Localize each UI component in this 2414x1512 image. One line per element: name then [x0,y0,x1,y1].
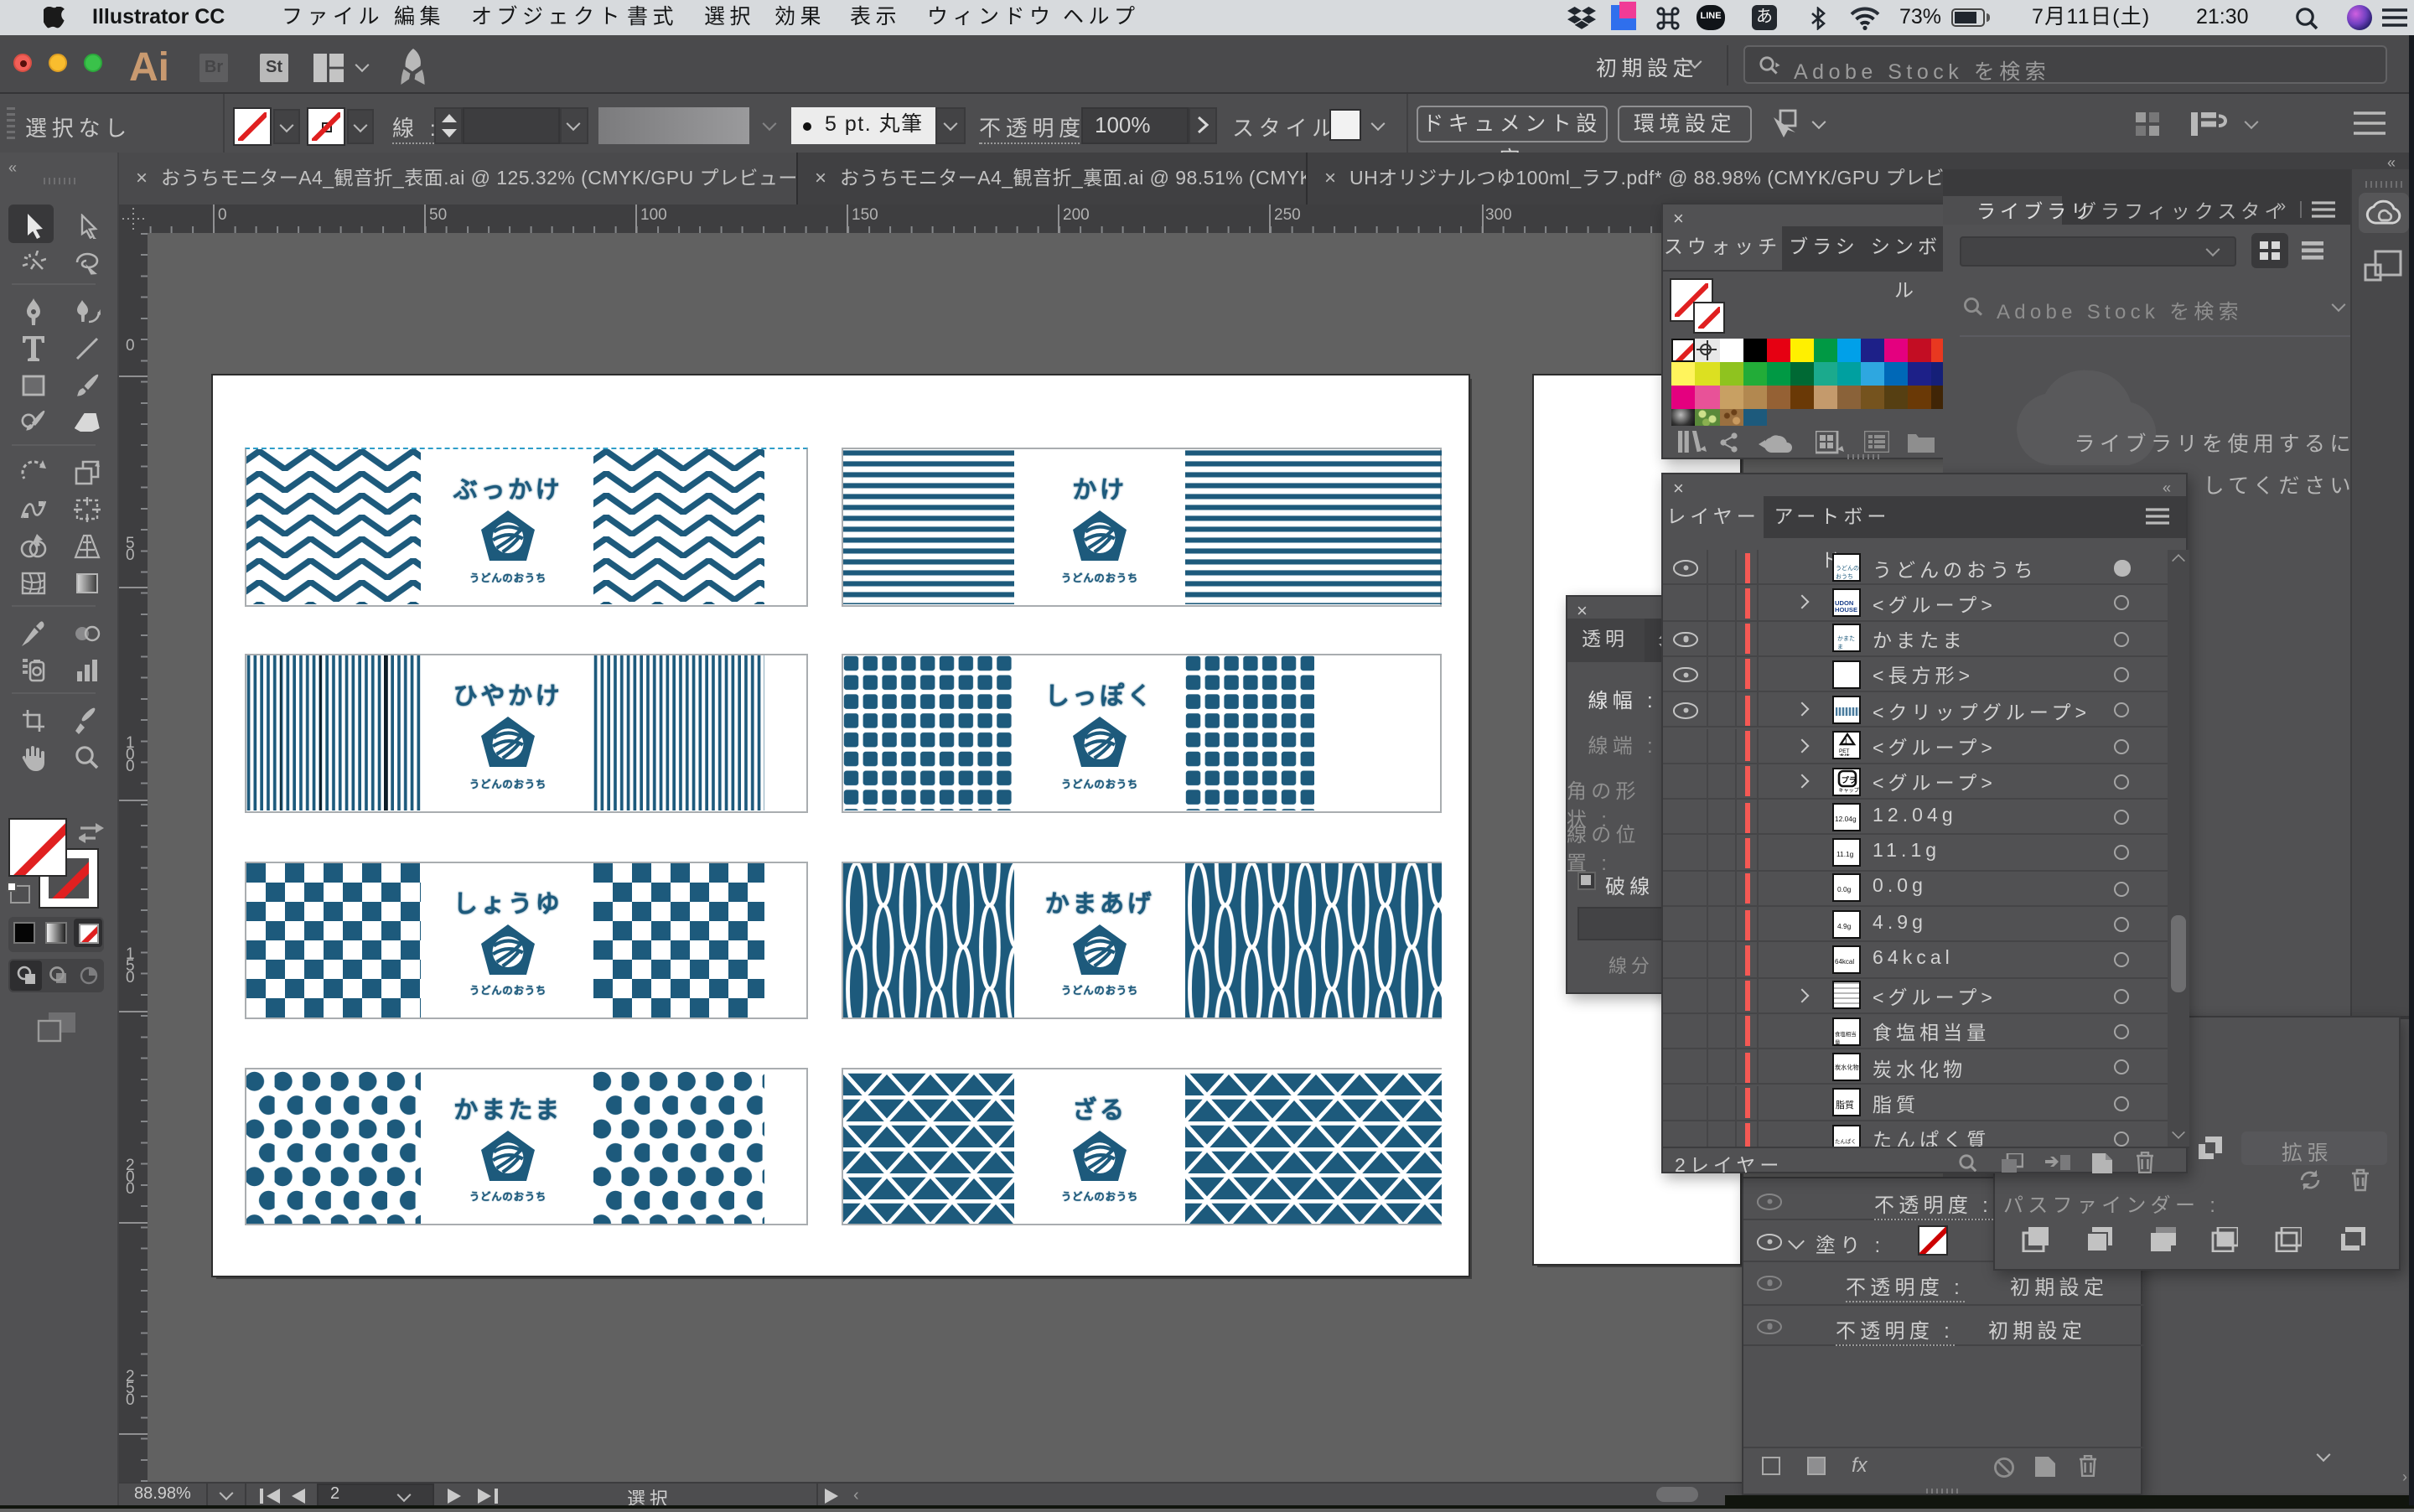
svg-text:プラ: プラ [1842,775,1857,784]
svg-text:1: 1 [1844,738,1848,746]
svg-text:キャップ: キャップ [1838,788,1859,793]
